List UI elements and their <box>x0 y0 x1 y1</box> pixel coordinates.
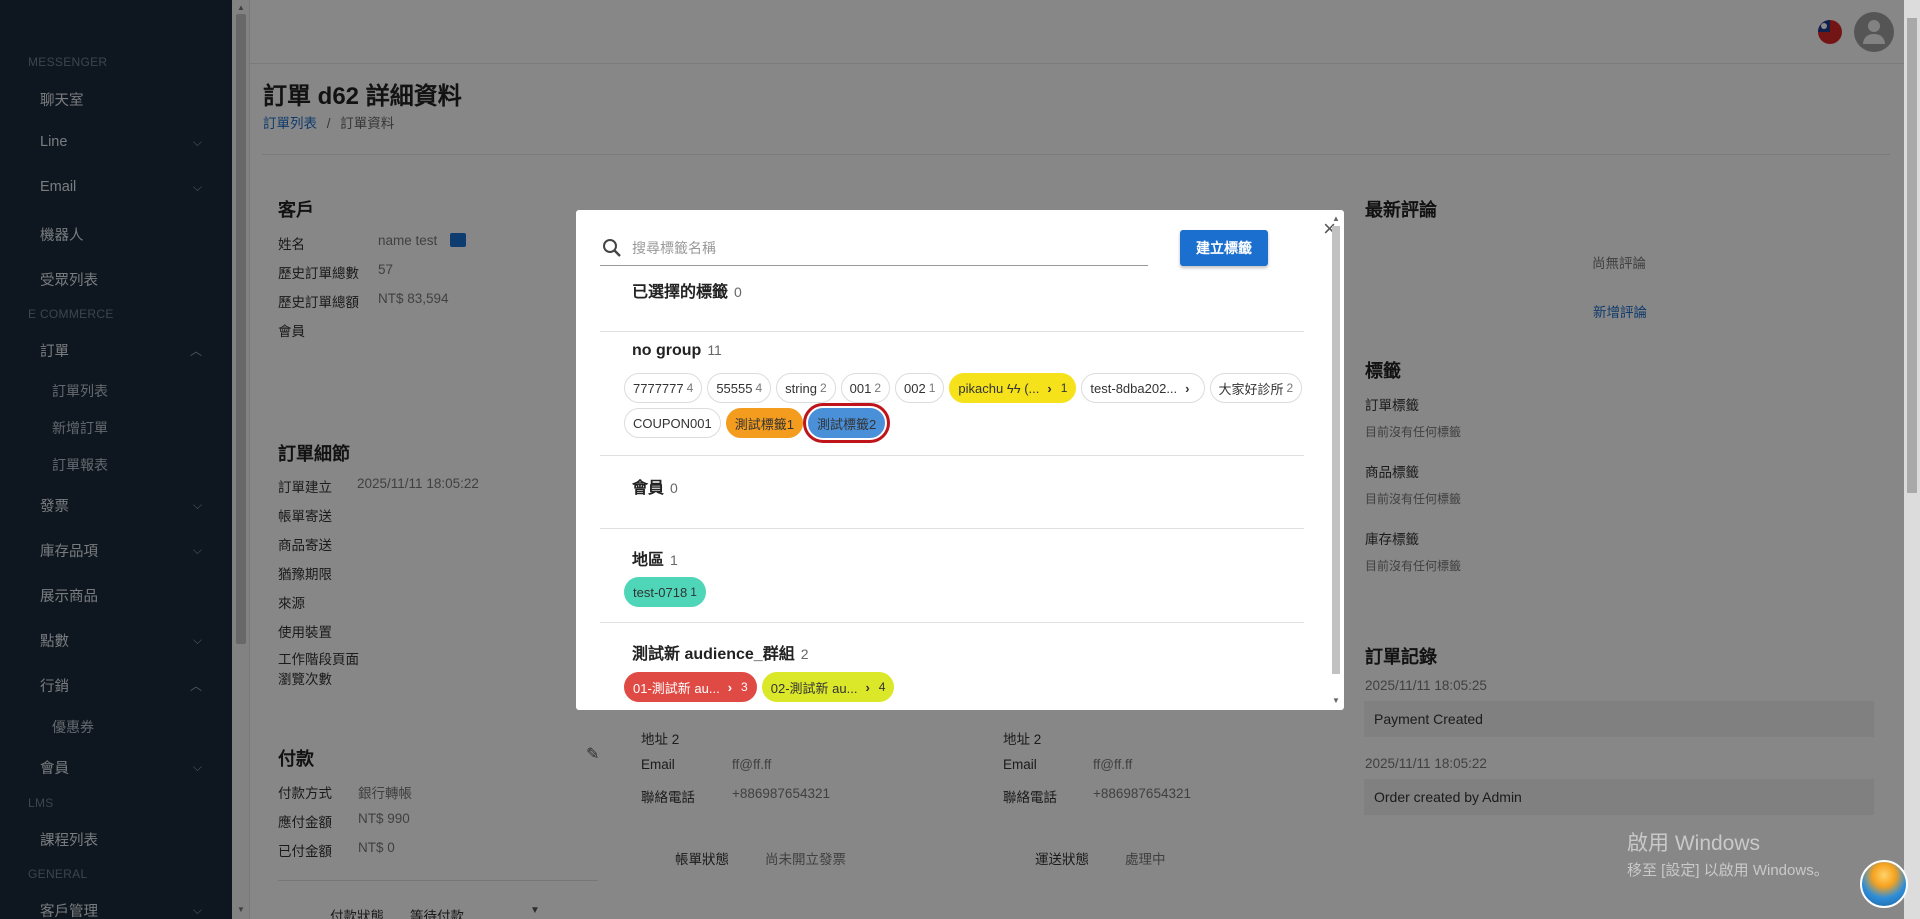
tag-chip[interactable]: 001 2 <box>840 373 891 403</box>
page-scrollbar[interactable] <box>1904 0 1920 919</box>
tag-chip-label: 大家好診所 <box>1218 381 1284 397</box>
tag-chip-label: 01-測試新 au... <box>633 680 720 696</box>
tag-chip-list: 01-測試新 au... › 3 02-測試新 au... › 4 <box>624 672 1304 702</box>
divider <box>600 455 1304 456</box>
tag-chip-label: string <box>785 380 817 396</box>
selected-tags-count: 0 <box>734 284 742 300</box>
tag-picker-dialog: × ▲ ▼ 建立標籤 已選擇的標籤0 no group11 77777774 5… <box>576 210 1344 710</box>
tag-chip[interactable]: test-0718 1 <box>624 577 706 607</box>
chevron-right-icon[interactable]: › <box>728 680 732 695</box>
divider <box>600 331 1304 332</box>
tag-chip-expandable[interactable]: 02-測試新 au... › 4 <box>761 672 895 702</box>
tag-search-field[interactable] <box>600 230 1148 266</box>
tag-chip-count: 1 <box>1060 381 1068 395</box>
tag-group-title: 地區 1 <box>632 546 678 570</box>
tag-group-count: 0 <box>670 480 678 496</box>
watermark-line-1: 啟用 Windows <box>1627 832 1761 855</box>
tag-chip-label: 02-測試新 au... <box>770 680 858 696</box>
tag-chip-label: test-8dba202... <box>1090 380 1178 396</box>
tag-group-title: 測試新 audience_群組 2 <box>632 640 809 664</box>
tag-search-input[interactable] <box>632 239 1148 256</box>
tag-chip-count: 4 <box>755 381 763 395</box>
tag-chip-count: 1 <box>928 381 936 395</box>
tag-group-count: 11 <box>707 342 722 358</box>
scrollbar-thumb[interactable] <box>1907 18 1917 493</box>
tag-group-label: no group <box>632 342 702 359</box>
tag-chip[interactable]: 002 1 <box>895 373 945 403</box>
watermark-line-2: 移至 [設定] 以啟用 Windows。 <box>1627 862 1829 879</box>
tag-chip-list: test-0718 1 <box>624 577 1304 607</box>
tag-group-label: 測試新 audience_群組 <box>632 646 795 663</box>
tag-chip-label: 測試標籤1 <box>734 416 794 432</box>
tag-chip-highlighted[interactable]: 測試標籤2 <box>802 403 891 443</box>
tag-chip-label: 7777777 <box>633 380 684 396</box>
tag-chip-count: 1 <box>690 585 697 599</box>
tag-group-label: 地區 <box>632 552 665 569</box>
selected-tags-label: 已選擇的標籤 <box>632 284 729 301</box>
tag-chip-count: 3 <box>741 680 748 694</box>
tag-group-count: 1 <box>670 552 678 568</box>
dialog-scrollbar[interactable]: ▲ ▼ <box>1330 214 1342 705</box>
tag-chip-list: 7777777 4 55555 4 string 2 001 2 002 1 pikach… <box>624 373 1304 443</box>
tag-group-label: 會員 <box>632 480 665 497</box>
tag-chip-count: 4 <box>686 381 694 395</box>
tag-chip[interactable]: 測試標籤1 <box>725 408 803 438</box>
tag-chip-label: 55555 <box>716 380 753 396</box>
tag-chip-label: 001 <box>849 380 872 396</box>
divider <box>600 622 1304 623</box>
tag-chip-label: test-0718 <box>633 584 688 600</box>
scroll-down-arrow-icon[interactable]: ▼ <box>1332 696 1340 705</box>
tag-chip-count: 4 <box>878 680 886 694</box>
tag-chip-expandable[interactable]: 01-測試新 au... › 3 <box>624 672 757 702</box>
tag-chip[interactable]: 7777777 4 <box>624 373 703 403</box>
scrollbar-thumb[interactable] <box>1332 226 1340 674</box>
scroll-up-arrow-icon[interactable]: ▲ <box>1332 214 1340 223</box>
windows-activation-watermark: 啟用 Windows 移至 [設定] 以啟用 Windows。 <box>1627 827 1829 880</box>
tag-chip[interactable]: string 2 <box>776 373 836 403</box>
tag-group-title: 會員 0 <box>632 474 678 498</box>
chevron-right-icon[interactable]: › <box>1047 381 1051 396</box>
tag-group-title: no group 11 <box>632 342 722 360</box>
chevron-right-icon[interactable]: › <box>1185 381 1189 396</box>
tag-chip-label: 002 <box>904 380 926 396</box>
tag-chip-expandable[interactable]: pikachu ϟϟ (... › 1 <box>949 373 1077 403</box>
tag-chip-count: 2 <box>819 381 827 395</box>
divider <box>600 528 1304 529</box>
search-icon <box>603 238 621 257</box>
tag-chip-expandable[interactable]: test-8dba202... › <box>1081 373 1205 403</box>
selected-tags-title: 已選擇的標籤 0 <box>632 278 742 302</box>
tag-chip-label: COUPON001 <box>633 415 712 431</box>
chevron-right-icon[interactable]: › <box>865 680 869 695</box>
floating-assistant-icon[interactable] <box>1860 860 1908 908</box>
tag-chip-count: 2 <box>874 381 882 395</box>
tag-chip[interactable]: 大家好診所 2 <box>1209 373 1303 403</box>
create-tag-button[interactable]: 建立標籤 <box>1180 230 1268 266</box>
tag-chip-count: 2 <box>1286 381 1294 395</box>
tag-chip[interactable]: 55555 4 <box>707 373 772 403</box>
tag-group-count: 2 <box>800 646 809 662</box>
tag-chip[interactable]: COUPON001 <box>624 408 721 438</box>
tag-chip-label: pikachu ϟϟ (... <box>958 380 1040 396</box>
tag-chip-label: 測試標籤2 <box>816 416 877 432</box>
